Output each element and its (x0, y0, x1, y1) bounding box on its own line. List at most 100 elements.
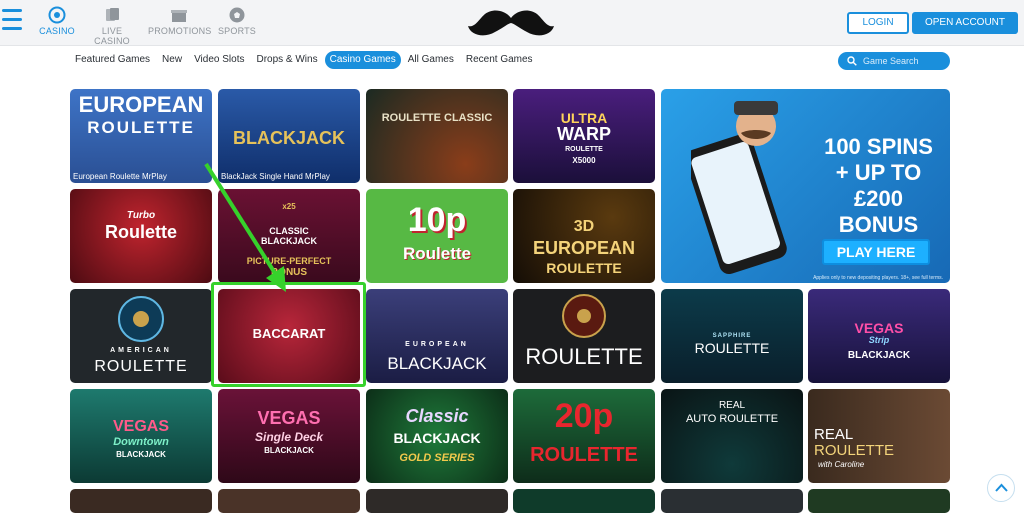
login-button[interactable]: LOGIN (847, 12, 909, 34)
promo-line-2: + UP TO £200 (835, 159, 922, 211)
roulette-wheel-icon (118, 296, 164, 342)
game-tile-10p-roulette[interactable]: 10p Roulette (366, 189, 508, 283)
game-tile-classic-blackjack-gold[interactable]: Classic BLACKJACK GOLD SERIES (366, 389, 508, 483)
game-tile-european-roulette[interactable]: EUROPEAN ROULETTE European Roulette MrPl… (70, 89, 212, 183)
game-tile-turbo-roulette[interactable]: Turbo Roulette (70, 189, 212, 283)
game-tile-3d-european-roulette[interactable]: 3D EUROPEAN ROULETTE (513, 189, 655, 283)
play-here-button[interactable]: PLAY HERE (822, 239, 930, 265)
game-title: VEGAS (257, 408, 321, 428)
game-title: ROULETTE (525, 344, 643, 369)
game-title: WARP (557, 124, 611, 144)
game-title: EUROPEAN (78, 92, 204, 117)
game-title: Strip (868, 335, 890, 345)
game-title: ROULETTE (94, 358, 188, 375)
game-title: BLACKJACK (393, 430, 481, 446)
game-tile-roulette-classic[interactable]: ROULETTE CLASSIC (366, 89, 508, 183)
playing-cards-icon (106, 8, 119, 21)
game-title: Turbo (126, 210, 156, 221)
game-search-placeholder: Game Search (863, 56, 919, 66)
game-title: VEGAS (112, 418, 169, 435)
nav-sports-label: SPORTS (217, 26, 257, 36)
game-title: EUROPEAN (532, 238, 635, 258)
game-tile-partial[interactable] (366, 489, 508, 513)
soccer-ball-icon (229, 7, 245, 23)
game-caption: European Roulette MrPlay (73, 172, 167, 181)
game-title: with Caroline (818, 460, 865, 469)
game-title: BLACKJACK (847, 350, 911, 361)
game-search-input[interactable]: Game Search (838, 52, 950, 70)
hamburger-menu-icon[interactable] (2, 9, 22, 33)
game-title: X5000 (572, 156, 596, 165)
game-tile-20p-roulette[interactable]: 20p ROULETTE (513, 389, 655, 483)
game-title: BLACKJACK (264, 446, 314, 455)
game-title: Single Deck (254, 430, 324, 444)
open-account-button[interactable]: OPEN ACCOUNT (912, 12, 1018, 34)
game-title: EUROPEAN (405, 341, 469, 348)
game-tile-partial[interactable] (70, 489, 212, 513)
game-title: SAPPHIRE (712, 333, 752, 339)
tab-featured-games[interactable]: Featured Games (70, 51, 155, 69)
game-title: Classic (405, 406, 469, 426)
game-tile-ultra-warp-roulette[interactable]: ULTRA WARP ROULETTE X5000 (513, 89, 655, 183)
game-title: VEGAS (854, 320, 904, 336)
game-title: BLACKJACK (116, 450, 166, 459)
game-tile-partial[interactable] (661, 489, 803, 513)
arrow-annotation-icon (204, 162, 286, 292)
tab-new[interactable]: New (157, 51, 187, 69)
nav-promotions-label: PROMOTIONS (148, 26, 212, 36)
game-tile-vegas-downtown-blackjack[interactable]: VEGAS Downtown BLACKJACK (70, 389, 212, 483)
gift-icon (171, 10, 187, 22)
chevron-up-icon (995, 483, 1008, 492)
tab-video-slots[interactable]: Video Slots (189, 51, 249, 69)
roulette-wheel-icon (562, 294, 606, 338)
tab-recent-games[interactable]: Recent Games (461, 51, 538, 69)
game-tile-vegas-strip-blackjack[interactable]: VEGAS Strip BLACKJACK (808, 289, 950, 383)
tab-drops-wins[interactable]: Drops & Wins (251, 51, 322, 69)
game-title: REAL (718, 400, 746, 411)
game-title: GOLD SERIES (399, 452, 475, 464)
tab-casino-games[interactable]: Casino Games (324, 51, 401, 69)
game-tile-sapphire-roulette[interactable]: SAPPHIRE ROULETTE (661, 289, 803, 383)
game-title: AUTO ROULETTE (685, 413, 779, 425)
game-title: 10p (407, 201, 467, 239)
game-title: ROULETTE (87, 118, 195, 137)
promo-line-1: 100 SPINS (824, 134, 933, 159)
game-title: ROULETTE (694, 340, 770, 356)
nav-casino-label: CASINO (39, 26, 75, 36)
game-title: REAL (814, 426, 854, 443)
game-title: BLACKJACK (387, 354, 487, 373)
promo-fine-print: Applies only to new depositing players. … (813, 275, 943, 281)
mascot-illustration (734, 101, 778, 146)
game-tile-american-roulette[interactable]: AMERICAN ROULETTE (70, 289, 212, 383)
game-title: Downtown (113, 436, 169, 448)
nav-live-casino[interactable]: LIVE CASINO (83, 6, 141, 46)
game-tile-roulette[interactable]: ROULETTE (513, 289, 655, 383)
promo-headline: 100 SPINS + UP TO £200 BONUS (811, 134, 946, 238)
game-tile-partial[interactable] (808, 489, 950, 513)
game-title: Roulette (105, 222, 177, 242)
nav-sports[interactable]: SPORTS (217, 6, 257, 38)
game-tile-real-auto-roulette[interactable]: REAL AUTO ROULETTE (661, 389, 803, 483)
game-title: BLACKJACK (233, 128, 345, 148)
game-title: ROULETTE (565, 146, 603, 153)
game-tile-real-roulette-caroline[interactable]: REAL ROULETTE with Caroline (808, 389, 950, 483)
game-title: Roulette (403, 244, 471, 263)
game-title: ROULETTE (814, 442, 895, 459)
game-title: AMERICAN (110, 347, 172, 354)
game-tile-european-blackjack[interactable]: EUROPEAN BLACKJACK (366, 289, 508, 383)
game-tile-partial[interactable] (513, 489, 655, 513)
game-tile-partial[interactable] (218, 489, 360, 513)
promo-banner[interactable]: 100 SPINS + UP TO £200 BONUS PLAY HERE A… (661, 89, 950, 283)
game-title: ROULETTE (546, 260, 622, 276)
nav-promotions[interactable]: PROMOTIONS (148, 6, 212, 38)
category-tabs: Featured Games New Video Slots Drops & W… (70, 51, 540, 71)
nav-live-casino-label: LIVE CASINO (94, 26, 130, 46)
search-icon (847, 56, 857, 66)
scroll-to-top-button[interactable] (987, 474, 1015, 502)
tab-all-games[interactable]: All Games (403, 51, 459, 69)
casino-chip-icon (48, 6, 66, 24)
game-tile-vegas-single-deck-blackjack[interactable]: VEGAS Single Deck BLACKJACK (218, 389, 360, 483)
game-title: 3D (573, 218, 595, 235)
nav-casino[interactable]: CASINO (38, 6, 76, 38)
mustache-logo[interactable] (465, 6, 557, 40)
